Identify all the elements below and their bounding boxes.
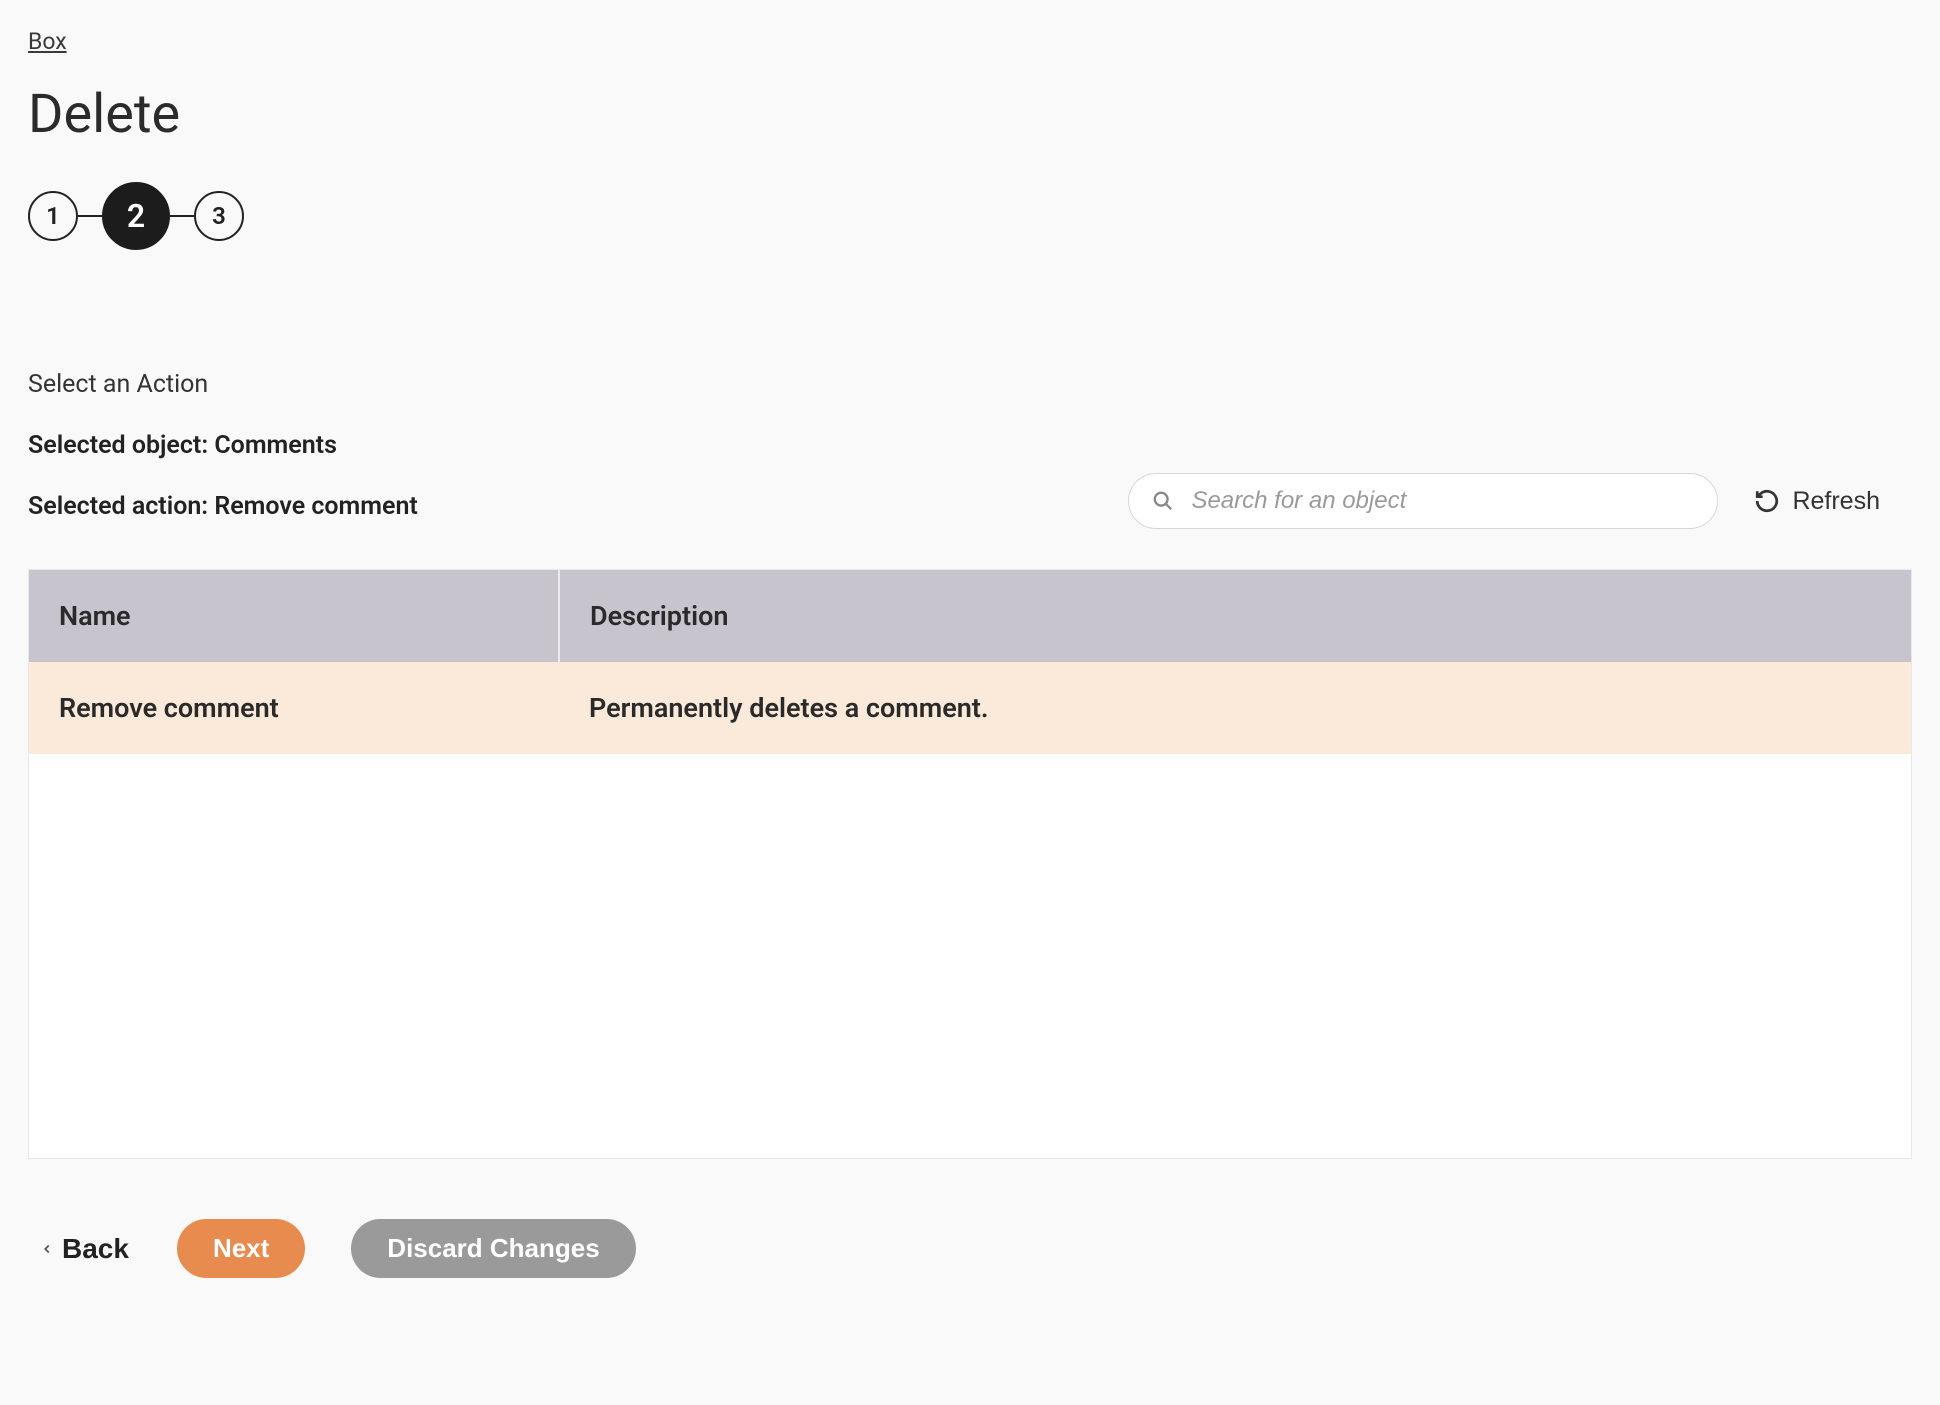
stepper: 1 2 3 xyxy=(28,182,1912,250)
actions-table: Name Description Remove comment Permanen… xyxy=(29,570,1911,754)
step-connector xyxy=(78,215,102,217)
section-label: Select an Action xyxy=(28,370,1912,399)
step-2[interactable]: 2 xyxy=(102,182,170,250)
cell-name: Remove comment xyxy=(29,662,559,754)
search-input[interactable] xyxy=(1128,473,1718,529)
column-header-description[interactable]: Description xyxy=(559,570,1911,662)
selected-object-line: Selected object: Comments xyxy=(28,431,1912,460)
step-3[interactable]: 3 xyxy=(194,191,244,241)
refresh-label: Refresh xyxy=(1792,487,1880,516)
footer-button-group: Next Discard Changes xyxy=(177,1219,636,1278)
back-label: Back xyxy=(62,1233,129,1265)
search-icon xyxy=(1152,490,1174,512)
chevron-left-icon xyxy=(40,1242,54,1256)
step-connector xyxy=(170,215,194,217)
table-header-row: Name Description xyxy=(29,570,1911,662)
back-button[interactable]: Back xyxy=(40,1233,129,1265)
cell-description: Permanently deletes a comment. xyxy=(559,662,1911,754)
page-title: Delete xyxy=(28,83,1912,146)
breadcrumb-link[interactable]: Box xyxy=(28,28,67,55)
refresh-icon xyxy=(1754,488,1780,514)
next-button[interactable]: Next xyxy=(177,1219,305,1278)
discard-button[interactable]: Discard Changes xyxy=(351,1219,635,1278)
column-header-name[interactable]: Name xyxy=(29,570,559,662)
actions-table-container: Name Description Remove comment Permanen… xyxy=(28,569,1912,1159)
search-wrap xyxy=(1128,473,1718,529)
footer: Back Next Discard Changes xyxy=(28,1219,1912,1278)
refresh-button[interactable]: Refresh xyxy=(1754,487,1912,516)
table-row[interactable]: Remove comment Permanently deletes a com… xyxy=(29,662,1911,754)
step-1[interactable]: 1 xyxy=(28,191,78,241)
